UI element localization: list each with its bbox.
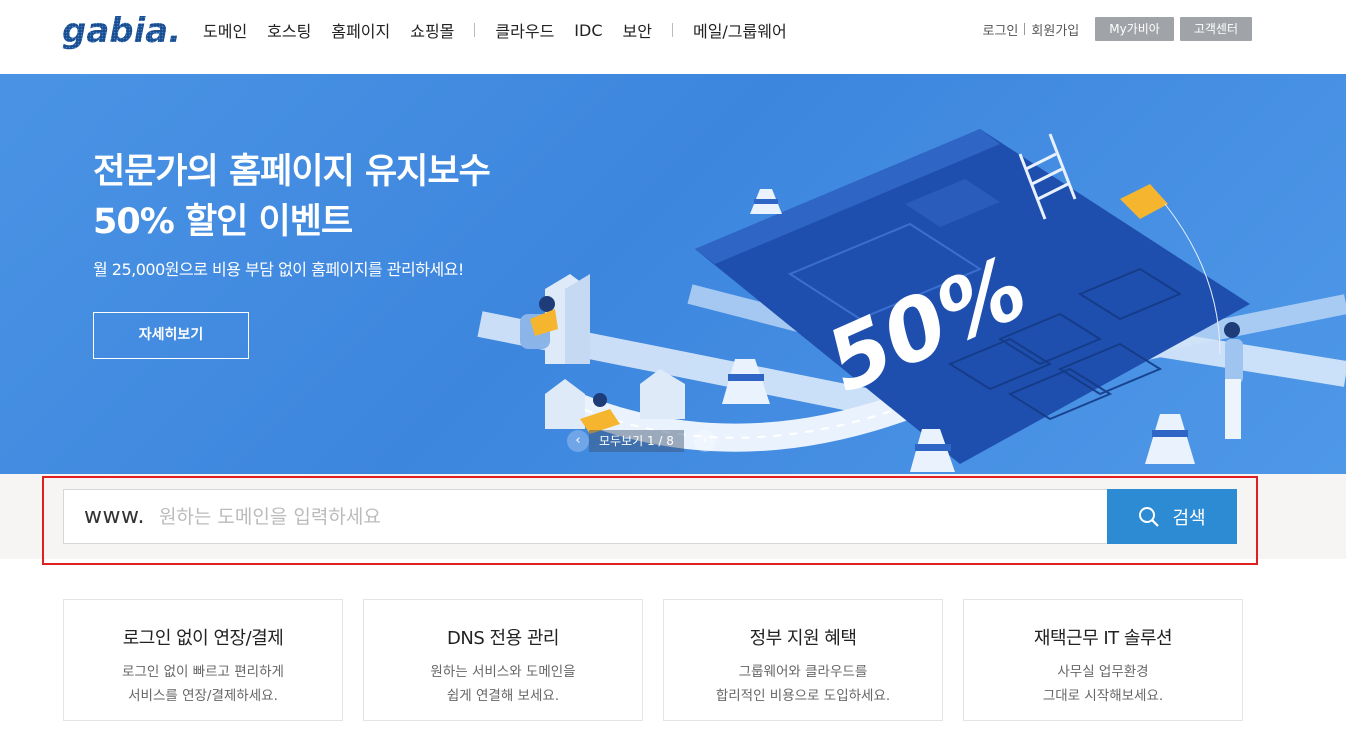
site-header: gabia. 도메인 호스팅 홈페이지 쇼핑몰 클라우드 IDC 보안 메일/그…: [0, 0, 1346, 74]
search-icon: [1139, 506, 1160, 527]
chevron-right-icon[interactable]: ›: [693, 430, 716, 452]
gabia-logo[interactable]: gabia.: [62, 10, 180, 54]
card-title: DNS 전용 관리: [447, 628, 559, 649]
chevron-left-icon[interactable]: ‹: [567, 430, 589, 452]
www-prefix: www.: [84, 504, 145, 529]
card-government-support[interactable]: 정부 지원 혜택 그룹웨어와 클라우드를 합리적인 비용으로 도입하세요.: [663, 599, 943, 721]
nav-shoppingmall[interactable]: 쇼핑몰: [410, 18, 454, 42]
utility-nav: 로그인 회원가입 My가비아 고객센터: [983, 17, 1252, 41]
nav-divider: [671, 23, 673, 37]
svg-text:gabia.: gabia.: [62, 11, 180, 51]
card-remote-work-it[interactable]: 재택근무 IT 솔루션 사무실 업무환경 그대로 시작해보세요.: [963, 599, 1243, 721]
search-button[interactable]: 검색: [1107, 489, 1237, 544]
nav-security[interactable]: 보안: [623, 18, 652, 42]
signup-link[interactable]: 회원가입: [1031, 20, 1079, 39]
nav-mail-groupware[interactable]: 메일/그룹웨어: [693, 18, 787, 42]
login-link[interactable]: 로그인: [983, 20, 1019, 39]
hero-banner[interactable]: 전문가의 홈페이지 유지보수 50% 할인 이벤트 월 25,000원으로 비용…: [0, 74, 1346, 474]
nav-cloud[interactable]: 클라우드: [495, 18, 554, 42]
card-title: 정부 지원 혜택: [749, 628, 857, 649]
search-button-label: 검색: [1172, 507, 1206, 529]
hero-title: 전문가의 홈페이지 유지보수 50% 할인 이벤트: [93, 147, 491, 247]
nav-homepage[interactable]: 홈페이지: [331, 18, 390, 42]
card-description: 사무실 업무환경 그대로 시작해보세요.: [1042, 664, 1164, 704]
quick-service-cards: 로그인 없이 연장/결제 로그인 없이 빠르고 편리하게 서비스를 연장/결제하…: [63, 599, 1243, 721]
card-renew-payment[interactable]: 로그인 없이 연장/결제 로그인 없이 빠르고 편리하게 서비스를 연장/결제하…: [63, 599, 343, 721]
card-description: 그룹웨어와 클라우드를 합리적인 비용으로 도입하세요.: [715, 664, 891, 704]
card-description: 원하는 서비스와 도메인을 쉽게 연결해 보세요.: [430, 664, 576, 704]
hero-subtitle: 월 25,000원으로 비용 부담 없이 홈페이지를 관리하세요!: [93, 260, 464, 279]
support-center-button[interactable]: 고객센터: [1179, 17, 1252, 41]
card-title: 로그인 없이 연장/결제: [122, 628, 284, 649]
nav-divider: [474, 23, 476, 37]
hero-title-line1: 전문가의 홈페이지 유지보수: [93, 152, 491, 192]
card-dns-management[interactable]: DNS 전용 관리 원하는 서비스와 도메인을 쉽게 연결해 보세요.: [363, 599, 643, 721]
nav-hosting[interactable]: 호스팅: [267, 18, 311, 42]
domain-search-box[interactable]: www.: [63, 489, 1108, 544]
nav-domain[interactable]: 도메인: [203, 18, 247, 42]
hero-title-line2: 50% 할인 이벤트: [93, 202, 353, 242]
slide-view-all[interactable]: 모두보기 1 / 8: [589, 430, 684, 452]
nav-idc[interactable]: IDC: [574, 21, 602, 40]
hero-illustration: 50%: [477, 129, 1346, 472]
hero-detail-button[interactable]: 자세히보기: [93, 312, 249, 359]
card-description: 로그인 없이 빠르고 편리하게 서비스를 연장/결제하세요.: [122, 664, 284, 704]
main-nav: 도메인 호스팅 홈페이지 쇼핑몰 클라우드 IDC 보안 메일/그룹웨어: [203, 18, 807, 42]
my-gabia-button[interactable]: My가비아: [1095, 17, 1174, 41]
util-divider: [1024, 23, 1026, 35]
domain-search-input[interactable]: [158, 505, 1039, 528]
slide-pager: ‹ 모두보기 1 / 8 ›: [567, 430, 716, 452]
card-title: 재택근무 IT 솔루션: [1033, 628, 1173, 649]
